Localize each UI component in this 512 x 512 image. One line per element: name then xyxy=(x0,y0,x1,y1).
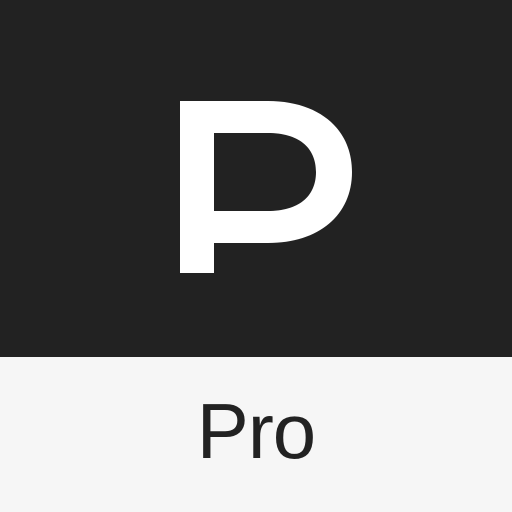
pro-label: Pro xyxy=(196,387,316,475)
app-icon: Pro xyxy=(0,0,512,512)
p-logo-icon xyxy=(180,101,352,273)
p-logo-shape xyxy=(180,101,352,273)
icon-dark-panel xyxy=(0,0,512,357)
